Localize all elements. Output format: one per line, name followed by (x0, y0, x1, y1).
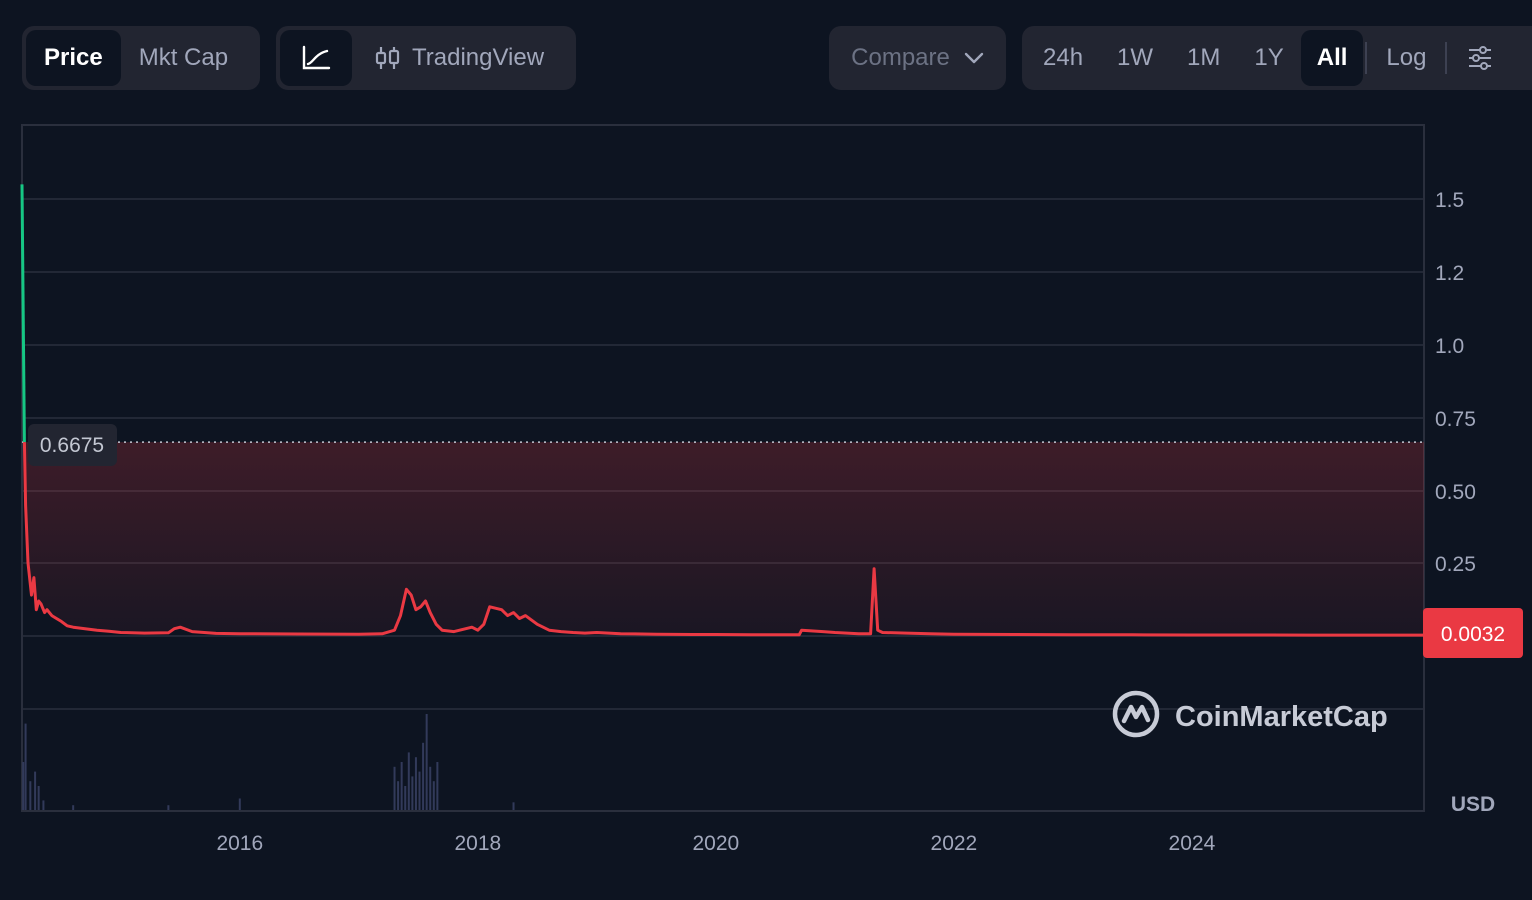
volume-bar (24, 723, 27, 810)
y-tick-label: 0.75 (1435, 408, 1476, 431)
price-chart[interactable]: 1.51.21.00.750.500.25 2016 2018 2020 2022 20… (0, 0, 1532, 900)
current-price-tag: 0.0032 (1423, 608, 1523, 658)
volume-bar (414, 757, 417, 810)
volume-bar (407, 752, 410, 810)
volume-bars (22, 714, 515, 810)
volume-bar (404, 786, 407, 810)
volume-bar (29, 781, 32, 810)
volume-bar (37, 786, 40, 810)
x-tick-label: 2020 (692, 832, 739, 855)
volume-bar (238, 798, 241, 810)
y-axis-ticks: 1.5 1.2 1.0 0.75 0.50 0.25 (1435, 189, 1476, 576)
y-tick-label: 1.5 (1435, 189, 1464, 212)
volume-bar (167, 805, 170, 810)
volume-bar (436, 762, 439, 810)
x-axis-ticks: 2016 2018 2020 2022 2024 (216, 832, 1215, 855)
watermark-text: CoinMarketCap (1175, 701, 1388, 733)
x-tick-label: 2016 (216, 832, 263, 855)
volume-bar (22, 762, 25, 810)
x-tick-label: 2024 (1169, 832, 1216, 855)
currency-label: USD (1451, 793, 1495, 816)
volume-bar (411, 776, 414, 810)
volume-bar (432, 781, 435, 810)
volume-bar (397, 781, 400, 810)
volume-bar (400, 762, 403, 810)
current-price-label: 0.0032 (1441, 623, 1505, 646)
y-tick-label: 0.50 (1435, 481, 1476, 504)
volume-bar (512, 802, 515, 810)
volume-bar (425, 714, 428, 810)
coinmarketcap-watermark: CoinMarketCap (1112, 690, 1388, 738)
volume-bar (422, 742, 425, 810)
start-price-label: 0.6675 (40, 434, 104, 457)
start-price-tag: 0.6675 (28, 424, 117, 466)
x-tick-label: 2022 (931, 832, 978, 855)
x-tick-label: 2018 (454, 832, 501, 855)
y-tick-label: 1.0 (1435, 335, 1464, 358)
y-tick-label: 1.2 (1435, 262, 1464, 285)
y-tick-label: 0.25 (1435, 553, 1476, 576)
volume-bar (72, 805, 75, 810)
volume-bar (42, 800, 45, 810)
volume-bar (393, 766, 396, 810)
volume-bar (418, 771, 421, 810)
volume-bar (34, 771, 37, 810)
volume-bar (429, 766, 432, 810)
coinmarketcap-logo-icon (1112, 690, 1160, 738)
price-area-fill (24, 442, 1425, 636)
